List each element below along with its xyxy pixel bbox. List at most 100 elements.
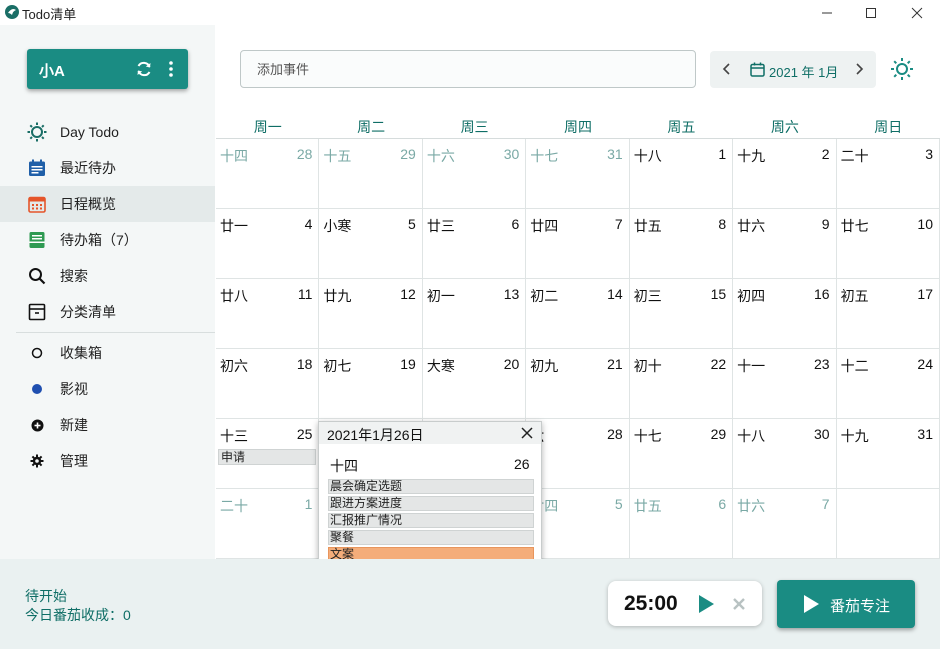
calendar-day-cell[interactable]: 大寒 20 bbox=[422, 349, 527, 419]
sidebar-item-day-todo[interactable]: Day Todo bbox=[0, 114, 215, 150]
calendar-day-cell[interactable]: 十七 29 bbox=[629, 419, 734, 489]
calendar-day-cell[interactable]: 初七 19 bbox=[319, 349, 423, 419]
calendar-day-cell[interactable]: 廿四 7 bbox=[526, 209, 630, 279]
minimize-button[interactable] bbox=[804, 0, 850, 25]
chevron-left-icon[interactable] bbox=[718, 60, 736, 78]
archive-icon bbox=[27, 302, 47, 322]
day-number: 29 bbox=[710, 426, 727, 442]
close-button[interactable] bbox=[894, 0, 940, 25]
calendar-day-cell[interactable]: 二十 1 bbox=[216, 489, 320, 559]
lunar-date: 十二 bbox=[840, 358, 869, 374]
popup-event[interactable]: 汇报推广情况 bbox=[328, 513, 534, 528]
calendar-day-cell[interactable]: 廿三 6 bbox=[422, 209, 527, 279]
sidebar-item-categories[interactable]: 分类清单 bbox=[0, 294, 215, 330]
maximize-button[interactable] bbox=[848, 0, 894, 25]
calendar-day-cell[interactable]: 十二 24 bbox=[836, 349, 940, 419]
sidebar-item-inbox[interactable]: 待办箱（7） bbox=[0, 222, 215, 258]
add-event-input[interactable] bbox=[240, 50, 696, 88]
calendar-day-cell[interactable]: 初二 14 bbox=[526, 279, 630, 349]
window-title: Todo清单 bbox=[22, 7, 77, 22]
lunar-date: 初六 bbox=[220, 358, 248, 374]
calendar-day-cell[interactable]: 二十 3 bbox=[836, 139, 940, 209]
user-card[interactable]: 小A bbox=[27, 49, 188, 89]
calendar-day-cell[interactable]: 初五 17 bbox=[836, 279, 940, 349]
day-number: 24 bbox=[917, 356, 933, 372]
play-icon[interactable] bbox=[696, 593, 716, 615]
calendar-day-cell[interactable]: 廿八 11 bbox=[216, 279, 320, 349]
popup-event[interactable]: 晨会确定选题 bbox=[328, 479, 534, 494]
lunar-date: 廿五 bbox=[633, 498, 662, 514]
popup-event[interactable]: 跟进方案进度 bbox=[328, 496, 534, 511]
sidebar-item-recent[interactable]: 最近待办 bbox=[0, 150, 215, 186]
calendar-day-cell[interactable]: 廿六 9 bbox=[733, 209, 837, 279]
calendar-day-cell[interactable]: 十三 25 申请 bbox=[216, 419, 320, 489]
month-label[interactable]: 2021 年 1月 bbox=[769, 62, 838, 81]
day-number: 5 bbox=[614, 496, 623, 512]
day-number: 14 bbox=[607, 286, 623, 302]
calendar-day-cell[interactable]: 廿九 12 bbox=[319, 279, 423, 349]
calendar-day-cell[interactable]: 初三 15 bbox=[629, 279, 734, 349]
calendar-day-cell[interactable]: 十九 2 bbox=[733, 139, 837, 209]
stop-x-icon[interactable] bbox=[729, 594, 749, 614]
calendar-icon bbox=[750, 62, 765, 77]
calendar-day-cell[interactable]: 初十 22 bbox=[629, 349, 734, 419]
popup-day-number: 26 bbox=[514, 456, 530, 472]
sync-icon[interactable] bbox=[135, 60, 153, 78]
calendar-day-cell[interactable] bbox=[836, 489, 940, 559]
list-item-movies[interactable]: 影视 bbox=[0, 371, 215, 407]
calendar-day-cell[interactable]: 初四 16 bbox=[733, 279, 837, 349]
search-icon bbox=[27, 266, 47, 286]
sidebar-item-schedule[interactable]: 日程概览 bbox=[0, 186, 215, 222]
lunar-date: 初二 bbox=[530, 288, 559, 304]
calendar-day-cell[interactable]: 廿五 8 bbox=[629, 209, 734, 279]
calendar-day-cell[interactable]: 初一 13 bbox=[422, 279, 527, 349]
play-icon bbox=[804, 595, 819, 613]
list-item-label: 影视 bbox=[60, 381, 88, 397]
calendar-day-cell[interactable]: 初九 21 bbox=[526, 349, 630, 419]
plus-circle-icon bbox=[27, 415, 47, 435]
calendar-day-cell[interactable]: 廿五 6 bbox=[629, 489, 734, 559]
popup-event[interactable]: 聚餐 bbox=[328, 530, 534, 545]
calendar-day-cell[interactable]: 十九 31 bbox=[836, 419, 940, 489]
lunar-date: 廿五 bbox=[633, 218, 662, 234]
calendar-day-cell[interactable]: 廿六 7 bbox=[733, 489, 837, 559]
sidebar-item-label: 日程概览 bbox=[60, 196, 116, 212]
day-number: 19 bbox=[400, 356, 416, 372]
calendar-day-cell[interactable]: 廿一 4 bbox=[216, 209, 320, 279]
theme-toggle-sun-icon[interactable] bbox=[890, 57, 914, 81]
calendar-event[interactable]: 申请 bbox=[218, 449, 316, 465]
calendar-day-cell[interactable]: 十五 29 bbox=[319, 139, 423, 209]
calendar-day-cell[interactable]: 小寒 5 bbox=[319, 209, 423, 279]
lunar-date: 初三 bbox=[633, 288, 662, 304]
more-vertical-icon[interactable] bbox=[164, 58, 178, 80]
weekday-label: 周五 bbox=[667, 119, 696, 135]
calendar-day-cell[interactable]: 十六 30 bbox=[422, 139, 527, 209]
calendar-day-cell[interactable]: 廿七 10 bbox=[836, 209, 940, 279]
lunar-date: 十八 bbox=[737, 428, 766, 444]
calendar-day-cell[interactable]: 十一 23 bbox=[733, 349, 837, 419]
weekday-label: 周六 bbox=[770, 119, 799, 135]
list-item-manage[interactable]: 管理 bbox=[0, 443, 215, 479]
close-icon bbox=[911, 7, 923, 18]
lunar-date: 初九 bbox=[530, 358, 559, 374]
chevron-right-icon[interactable] bbox=[850, 60, 868, 78]
lunar-date: 二十 bbox=[220, 498, 248, 514]
sidebar-item-search[interactable]: 搜索 bbox=[0, 258, 215, 294]
calendar-day-cell[interactable]: 初六 18 bbox=[216, 349, 320, 419]
start-focus-button[interactable]: 番茄专注 bbox=[777, 580, 915, 628]
lunar-date: 廿六 bbox=[737, 218, 766, 234]
calendar-day-cell[interactable]: 十八 1 bbox=[629, 139, 734, 209]
pomodoro-status: 待开始 bbox=[25, 588, 67, 604]
calendar-day-cell[interactable]: 十八 30 bbox=[733, 419, 837, 489]
calendar-day-cell[interactable]: 十七 31 bbox=[526, 139, 630, 209]
list-item-collect[interactable]: 收集箱 bbox=[0, 335, 215, 371]
lunar-date: 廿九 bbox=[323, 288, 352, 304]
day-number: 31 bbox=[607, 146, 623, 162]
calendar-day-cell[interactable]: 十四 28 bbox=[216, 139, 320, 209]
day-number: 21 bbox=[607, 356, 623, 372]
lunar-date: 十四 bbox=[220, 148, 248, 164]
lunar-date: 十八 bbox=[633, 148, 662, 164]
list-item-new[interactable]: 新建 bbox=[0, 407, 215, 443]
sidebar-item-label: 分类清单 bbox=[60, 304, 116, 320]
close-icon[interactable] bbox=[519, 425, 535, 441]
